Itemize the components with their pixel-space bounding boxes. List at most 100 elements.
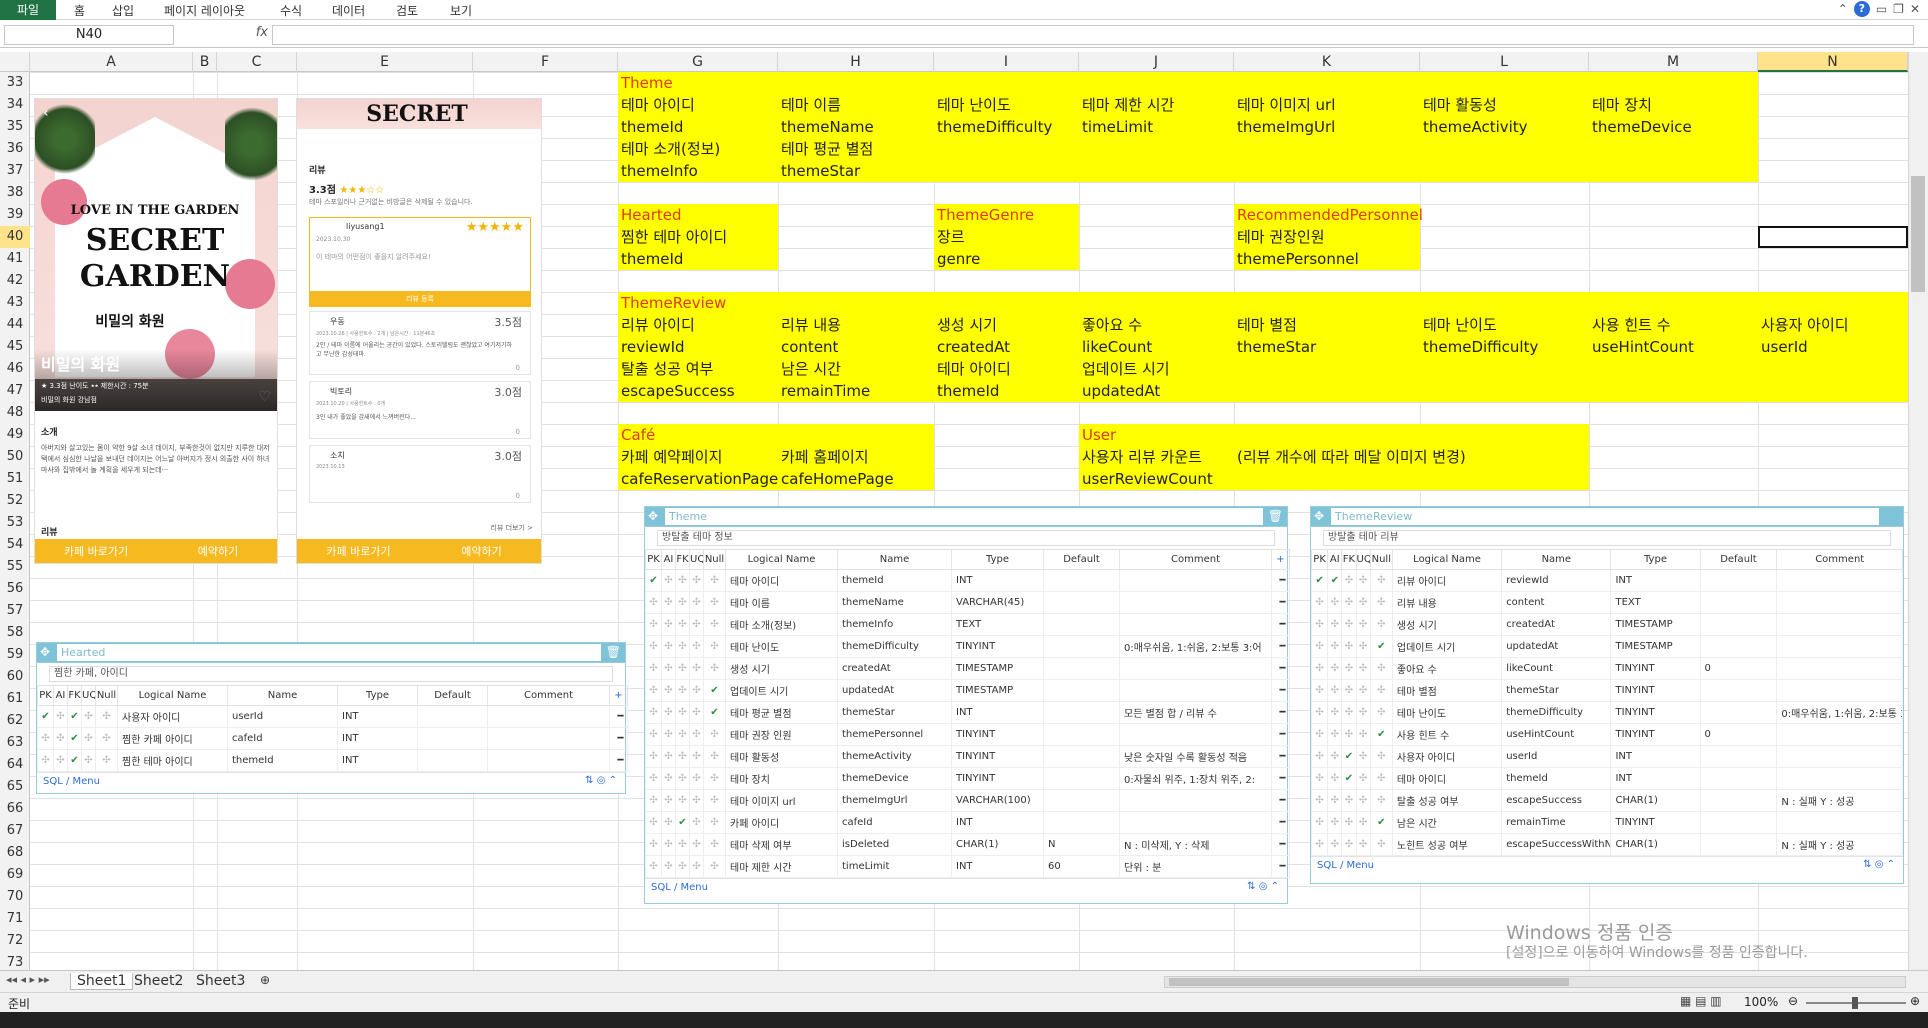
drag-handle-icon[interactable]: ✣ (81, 705, 96, 728)
erd-cell-def[interactable]: 0 (1699, 657, 1778, 680)
erd-cell-name[interactable]: themeDifficulty (837, 635, 952, 658)
column-header[interactable]: K (1234, 52, 1420, 72)
drag-handle-icon[interactable]: ✣ (1341, 613, 1357, 636)
zoom-slider-thumb[interactable] (1852, 997, 1858, 1009)
erd-cell-type[interactable]: INT (951, 569, 1044, 592)
row-header[interactable]: 40 (0, 226, 30, 248)
column-header[interactable]: F (473, 52, 618, 72)
drag-handle-icon[interactable]: ✣ (1327, 679, 1343, 702)
drag-handle-icon[interactable]: ✣ (703, 569, 726, 592)
row-header[interactable]: 41 (0, 248, 30, 270)
drag-handle-icon[interactable]: ✣ (675, 635, 690, 658)
close-icon[interactable]: ✕ (1910, 2, 1920, 16)
drag-handle-icon[interactable]: ✣ (703, 789, 726, 812)
erd-cell-logical[interactable]: 사용자 아이디 (1391, 745, 1503, 768)
erd-cell-def[interactable] (1043, 613, 1120, 636)
row-header[interactable]: 43 (0, 292, 30, 314)
erd-cell-def[interactable] (1699, 833, 1778, 856)
erd-cell-logical[interactable]: 테마 제한 시간 (725, 855, 838, 878)
drag-handle-icon[interactable]: ✣ (1341, 657, 1357, 680)
add-column-icon[interactable]: + (1271, 549, 1290, 570)
erd-cell-comment[interactable]: 모든 별점 합 / 리뷰 수 (1119, 701, 1272, 724)
erd-cell-type[interactable]: CHAR(1) (1610, 833, 1701, 856)
check-icon[interactable]: ✔ (703, 679, 726, 702)
erd-cell-logical[interactable]: 테마 이미지 url (725, 789, 838, 812)
erd-cell-type[interactable]: INT (337, 749, 418, 772)
row-header[interactable]: 57 (0, 600, 30, 622)
sql-menu[interactable]: SQL / Menu (1317, 860, 1374, 871)
drag-handle-icon[interactable]: ✣ (1327, 591, 1343, 614)
erd-cell-name[interactable]: escapeSuccessWithNoHint (1501, 833, 1612, 856)
drag-handle-icon[interactable]: ✣ (703, 613, 726, 636)
row-header[interactable]: 45 (0, 336, 30, 358)
drag-handle-icon[interactable]: ✣ (675, 613, 690, 636)
column-header[interactable]: B (193, 52, 217, 72)
drag-handle-icon[interactable]: ✣ (1310, 833, 1329, 856)
drag-handle-icon[interactable]: ✣ (645, 745, 662, 768)
remove-column-icon[interactable]: ━ (609, 749, 628, 772)
row-header[interactable]: 71 (0, 908, 30, 930)
drag-handle-icon[interactable]: ✣ (1341, 833, 1357, 856)
drag-handle-icon[interactable]: ✣ (645, 767, 662, 790)
erd-cell-comment[interactable]: 낮은 숫자일 수록 활동성 적음 (1119, 745, 1272, 768)
erd-cell-def[interactable] (1699, 591, 1778, 614)
drag-handle-icon[interactable]: ✣ (1341, 789, 1357, 812)
column-header[interactable]: I (934, 52, 1079, 72)
row-header[interactable]: 49 (0, 424, 30, 446)
drag-handle-icon[interactable]: ✣ (1369, 767, 1393, 790)
erd-description[interactable]: 찜한 카페, 아이디 (49, 666, 613, 682)
row-header[interactable]: 61 (0, 688, 30, 710)
remove-column-icon[interactable]: ━ (1271, 635, 1290, 658)
erd-cell-name[interactable]: likeCount (1501, 657, 1612, 680)
erd-cell-comment[interactable] (1119, 613, 1272, 636)
drag-handle-icon[interactable]: ✣ (689, 833, 704, 856)
erd-cell-comment[interactable]: 단위 : 분 (1119, 855, 1272, 878)
drag-handle-icon[interactable]: ✣ (689, 635, 704, 658)
erd-cell-type[interactable]: INT (951, 855, 1044, 878)
drag-handle-icon[interactable]: ✣ (1355, 767, 1371, 790)
drag-handle-icon[interactable]: ✣ (1355, 723, 1371, 746)
drag-handle-icon[interactable]: ✣ (645, 789, 662, 812)
erd-cell-type[interactable]: INT (337, 705, 418, 728)
erd-cell-logical[interactable]: 생성 시기 (1391, 613, 1503, 636)
drag-handle-icon[interactable]: ✣ (675, 679, 690, 702)
column-header[interactable]: H (778, 52, 934, 72)
drag-handle-icon[interactable]: ✣ (645, 679, 662, 702)
footer-tools-icon[interactable]: ⇅ ◎ ⌃ (585, 775, 617, 786)
restore-icon[interactable]: ❐ (1893, 2, 1904, 16)
row-header[interactable]: 54 (0, 534, 30, 556)
row-header[interactable]: 56 (0, 578, 30, 600)
remove-column-icon[interactable]: ━ (1271, 723, 1290, 746)
row-header[interactable]: 55 (0, 556, 30, 578)
drag-handle-icon[interactable]: ✣ (1369, 833, 1393, 856)
check-icon[interactable]: ✔ (67, 749, 82, 772)
erd-cell-name[interactable]: themeDifficulty (1501, 701, 1612, 724)
erd-cell-comment[interactable]: 0:매우쉬움, 1:쉬움, 2:보통 3:어 (1119, 635, 1272, 658)
vertical-scroll-thumb[interactable] (1911, 176, 1925, 292)
check-icon[interactable]: ✔ (1369, 811, 1393, 834)
check-icon[interactable]: ✔ (1341, 767, 1357, 790)
row-header[interactable]: 46 (0, 358, 30, 380)
erd-cell-name[interactable]: reviewId (1501, 569, 1612, 592)
erd-cell-logical[interactable]: 업데이트 시기 (725, 679, 838, 702)
drag-handle-icon[interactable]: ✣ (1369, 569, 1393, 592)
drag-handle-icon[interactable]: ✣ (1327, 789, 1343, 812)
drag-handle-icon[interactable]: ✣ (1310, 811, 1329, 834)
drag-handle-icon[interactable]: ✣ (703, 833, 726, 856)
row-header[interactable]: 34 (0, 94, 30, 116)
remove-column-icon[interactable]: ━ (1271, 591, 1290, 614)
erd-cell-comment[interactable] (1119, 789, 1272, 812)
drag-handle-icon[interactable]: ✣ (675, 789, 690, 812)
remove-column-icon[interactable]: ━ (1271, 855, 1290, 878)
cafe-shortcut-button[interactable]: 카페 바로가기 (297, 539, 420, 563)
drag-handle-icon[interactable]: ✣ (1341, 679, 1357, 702)
erd-cell-def[interactable] (417, 749, 488, 772)
erd-cell-logical[interactable]: 남은 시간 (1391, 811, 1503, 834)
drag-handle-icon[interactable]: ✣ (661, 569, 676, 592)
drag-handle-icon[interactable]: ✣ (689, 613, 704, 636)
sql-menu[interactable]: SQL / Menu (43, 776, 100, 787)
drag-handle-icon[interactable]: ✣ (661, 767, 676, 790)
drag-handle-icon[interactable]: ✣ (675, 767, 690, 790)
drag-handle-icon[interactable]: ✣ (1355, 591, 1371, 614)
drag-handle-icon[interactable]: ✣ (675, 657, 690, 680)
